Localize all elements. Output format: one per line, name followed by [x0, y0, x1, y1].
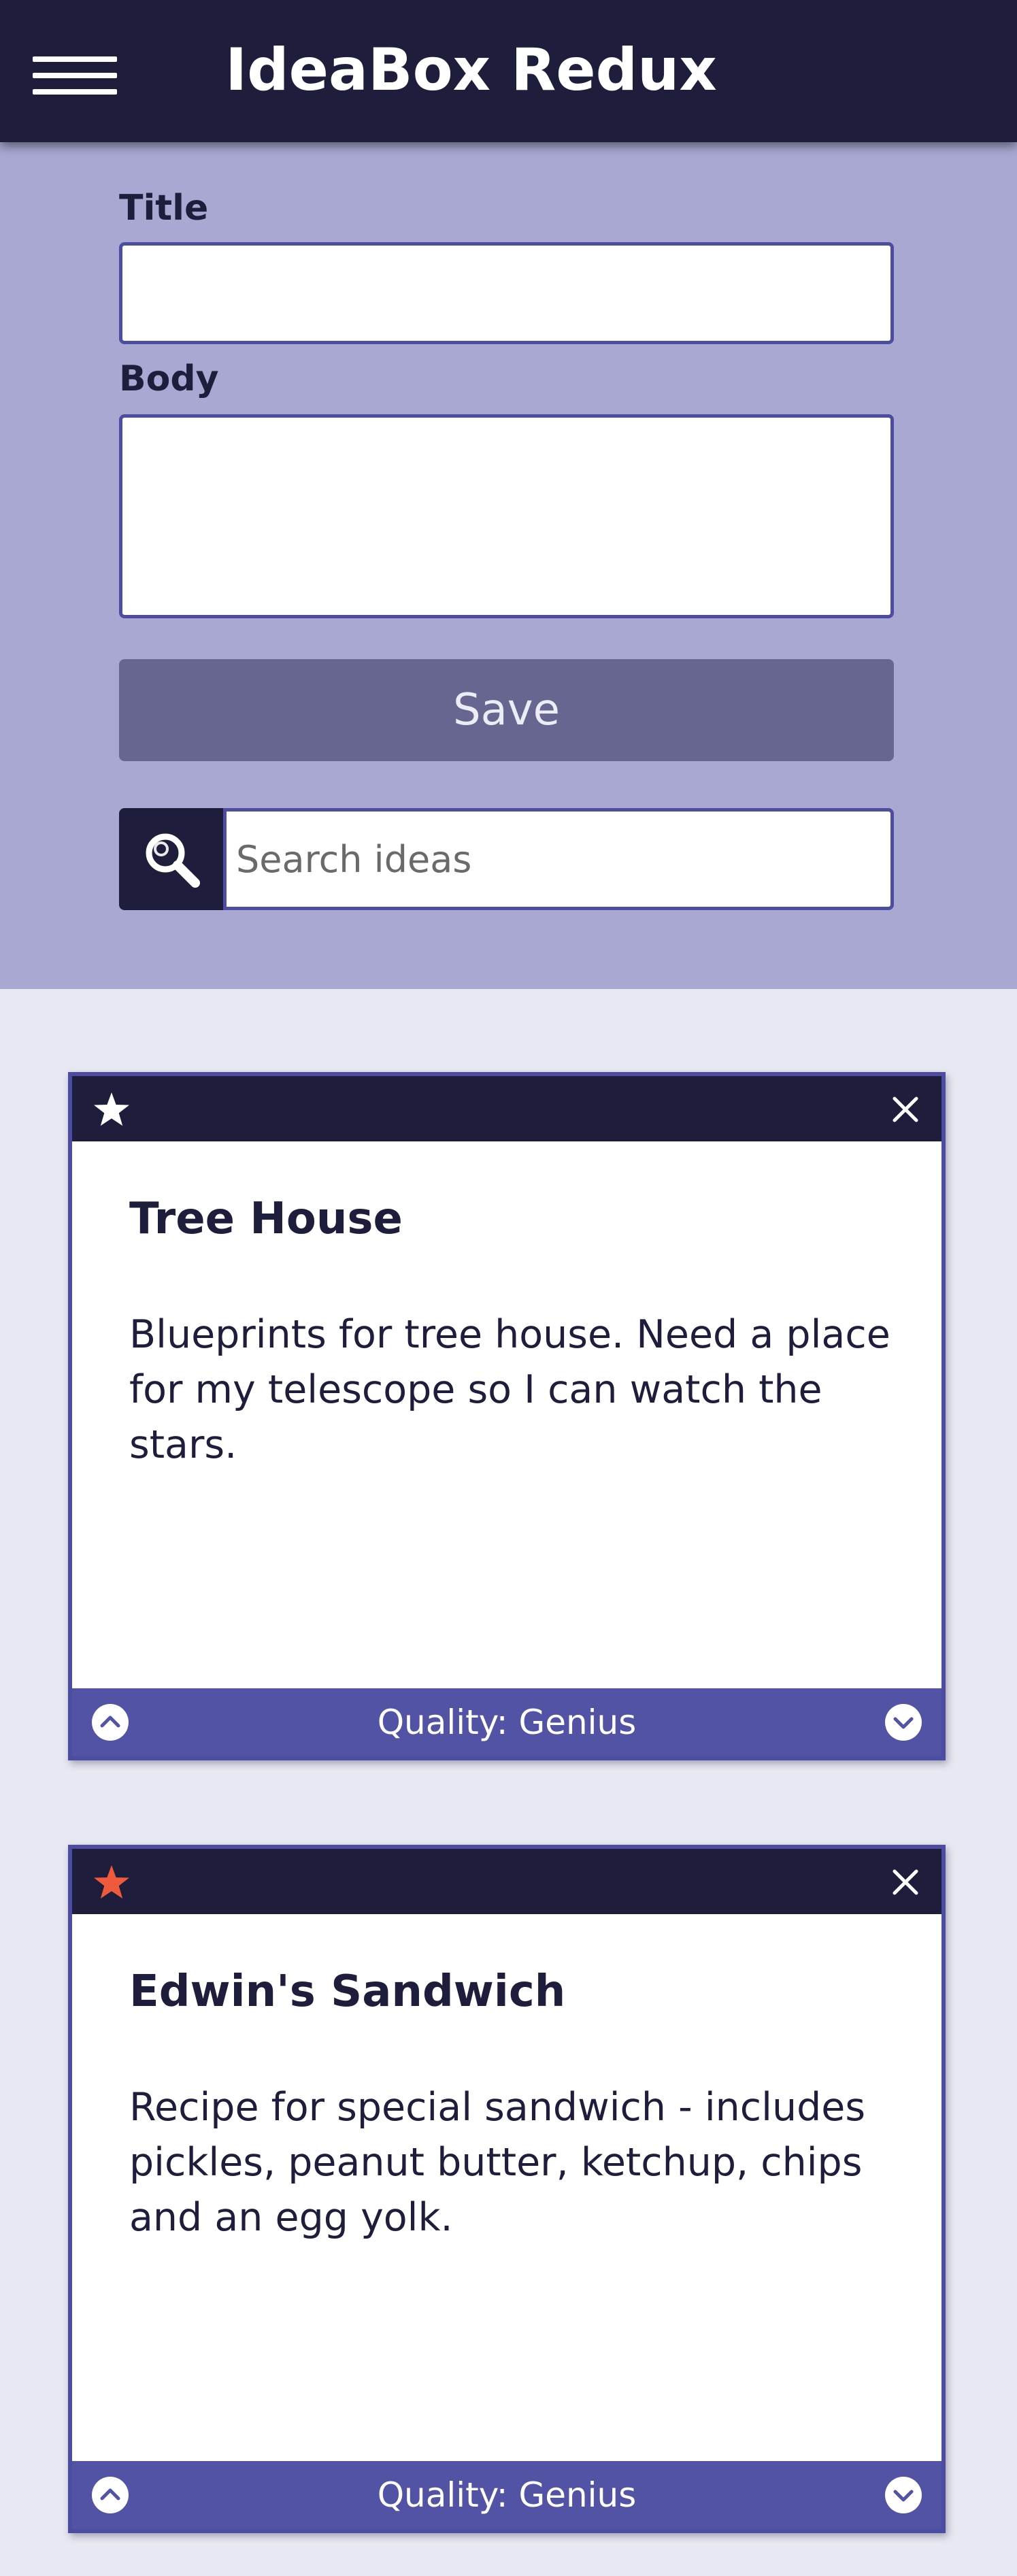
card-footer: Quality: Genius: [72, 1688, 941, 1756]
body-input[interactable]: [119, 414, 894, 618]
search-button[interactable]: [119, 808, 223, 910]
body-label: Body: [119, 358, 219, 399]
downvote-icon[interactable]: [884, 1703, 922, 1741]
app-title-text: IdeaBox Redux: [225, 36, 717, 104]
app-title: IdeaBox Redux: [0, 33, 1017, 107]
close-icon[interactable]: [893, 1097, 918, 1122]
idea-body[interactable]: Recipe for special sandwich - includes p…: [129, 2080, 891, 2245]
title-label: Title: [119, 188, 209, 229]
downvote-icon[interactable]: [884, 2476, 922, 2514]
search-bar: [119, 808, 894, 910]
close-icon[interactable]: [893, 1869, 918, 1895]
idea-title[interactable]: Edwin's Sandwich: [129, 1964, 565, 2019]
card-footer: Quality: Genius: [72, 2461, 941, 2529]
idea-title[interactable]: Tree House: [129, 1192, 403, 1246]
search-icon: [146, 833, 200, 888]
idea-card: Edwin's Sandwich Recipe for special sand…: [68, 1845, 946, 2533]
new-idea-form: Title Body Save: [0, 142, 1017, 989]
title-input[interactable]: [119, 242, 894, 344]
idea-body[interactable]: Blueprints for tree house. Need a place …: [129, 1307, 891, 1473]
save-button[interactable]: Save: [119, 659, 894, 761]
app-header: IdeaBox Redux: [0, 0, 1017, 142]
card-header: [72, 1849, 941, 1914]
card-header: [72, 1076, 941, 1141]
idea-card: Tree House Blueprints for tree house. Ne…: [68, 1072, 946, 1760]
search-input[interactable]: [223, 808, 894, 910]
star-icon[interactable]: [93, 1091, 131, 1128]
quality-label: Quality: Genius: [377, 2475, 637, 2515]
star-icon[interactable]: [93, 1864, 131, 1901]
quality-label: Quality: Genius: [377, 1703, 637, 1742]
